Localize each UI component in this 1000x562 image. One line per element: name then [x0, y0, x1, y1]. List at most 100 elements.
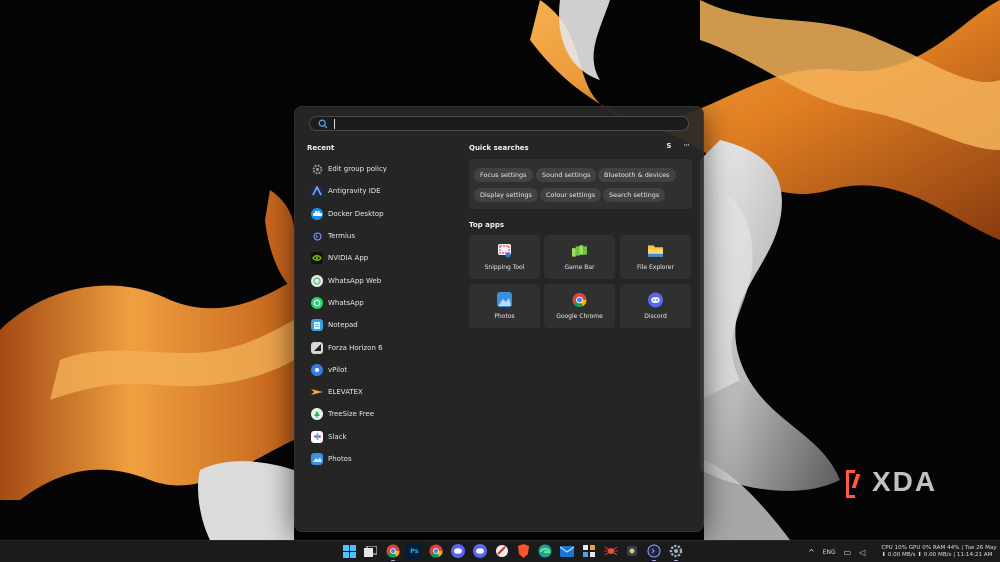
whatsapp-icon [311, 296, 323, 309]
search-input[interactable] [335, 118, 637, 129]
recent-item-treesize-free[interactable]: TreeSize Free [307, 403, 457, 425]
xda-watermark: XDA [846, 466, 937, 498]
tile-discord[interactable]: Discord [620, 284, 691, 328]
chrome-icon[interactable] [428, 543, 444, 559]
recent-item-vpilot[interactable]: vPilot [307, 359, 457, 381]
recent-item-forza-horizon-6[interactable]: Forza Horizon 6 [307, 336, 457, 358]
edge-icon[interactable] [537, 543, 553, 559]
game-bar-icon [572, 243, 587, 258]
brave-icon[interactable] [515, 543, 531, 559]
recent-item-label: Termius [328, 232, 355, 241]
recent-item-photos[interactable]: Photos [307, 448, 457, 470]
chrome-icon[interactable] [385, 543, 401, 561]
treesize-icon [311, 408, 323, 421]
tile-label: Game Bar [564, 264, 595, 271]
file-explorer-icon [648, 243, 663, 258]
recent-item-label: Docker Desktop [328, 209, 384, 218]
quick-searches-heading: Quick searches [469, 144, 529, 152]
notepad-icon [311, 319, 323, 332]
sysinfo-line-1: CPU 10% GPU 0% RAM 44% | Tue 26 May [881, 545, 997, 551]
volume-icon[interactable]: ◁ [859, 548, 865, 557]
search-box[interactable] [309, 116, 689, 131]
recent-item-label: Antigravity IDE [328, 187, 381, 196]
chip-focus-settings[interactable]: Focus settings [474, 168, 533, 182]
account-avatar-button[interactable]: S [666, 142, 671, 150]
recent-item-docker-desktop[interactable]: Docker Desktop [307, 203, 457, 225]
snipping-tool-icon [497, 243, 512, 258]
tile-label: Google Chrome [556, 313, 603, 320]
recent-item-edit-group-policy[interactable]: Edit group policy [307, 158, 457, 180]
termius-icon[interactable] [646, 543, 662, 561]
recent-item-slack[interactable]: Slack [307, 426, 457, 448]
discord-icon [648, 292, 663, 307]
recent-item-label: vPilot [328, 365, 348, 374]
recent-item-whatsapp[interactable]: WhatsApp [307, 292, 457, 314]
task-view-icon[interactable] [363, 543, 379, 559]
chip-colour-settings[interactable]: Colour settings [540, 188, 602, 202]
game-icon[interactable] [494, 543, 510, 559]
recent-item-label: Notepad [328, 321, 358, 330]
termius-icon [311, 230, 323, 243]
xda-logo-icon [846, 468, 866, 498]
tile-label: Discord [644, 313, 667, 320]
system-tray: ^ ENG ▭ ◁ CPU 10% GPU 0% RAM 44% | Tue 2… [808, 545, 997, 559]
watermark-text: XDA [872, 466, 938, 497]
recent-item-notepad[interactable]: Notepad [307, 314, 457, 336]
recent-item-label: Edit group policy [328, 165, 387, 174]
recent-item-antigravity-ide[interactable]: Antigravity IDE [307, 180, 457, 202]
photoshop-label: Ps [410, 547, 419, 555]
quick-searches-controls: S ··· [666, 142, 690, 151]
chip-sound-settings[interactable]: Sound settings [536, 168, 597, 182]
tile-file-explorer[interactable]: File Explorer [620, 235, 691, 279]
tile-google-chrome[interactable]: Google Chrome [544, 284, 615, 328]
recent-item-termius[interactable]: Termius [307, 225, 457, 247]
recent-item-label: TreeSize Free [328, 410, 375, 419]
photoshop-icon[interactable]: Ps [406, 543, 423, 559]
discord-icon[interactable] [450, 543, 466, 559]
taskbar: Ps ^ ENG ▭ ◁ CPU 10% GPU 0% RAM 44% | Tu… [0, 540, 1000, 562]
taskbar-pinned-apps: Ps [341, 543, 684, 561]
gear-icon[interactable] [668, 543, 684, 561]
nvidia-icon [311, 252, 323, 265]
whatsapp-web-icon [311, 274, 323, 287]
language-indicator[interactable]: ENG [823, 549, 836, 556]
settings-app-icon[interactable] [581, 543, 597, 559]
recent-item-label: Photos [328, 455, 352, 463]
elevatex-icon [311, 386, 323, 398]
vpilot-icon [311, 363, 323, 376]
start-menu-panel: Recent Edit group policy Antigravity IDE… [294, 106, 704, 532]
recent-item-nvidia-app[interactable]: NVIDIA App [307, 247, 457, 269]
tile-label: File Explorer [637, 264, 674, 271]
chip-search-settings[interactable]: Search settings [603, 188, 666, 202]
recent-item-label: Forza Horizon 6 [328, 343, 383, 352]
tile-photos[interactable]: Photos [469, 284, 540, 328]
recent-heading: Recent [307, 144, 335, 152]
system-monitor-readout[interactable]: CPU 10% GPU 0% RAM 44% | Tue 26 May ⬇ 0.… [881, 545, 996, 559]
forza-icon [311, 341, 323, 354]
tile-game-bar[interactable]: Game Bar [544, 235, 615, 279]
chevron-up-icon[interactable]: ^ [808, 548, 815, 557]
windows-start-icon[interactable] [341, 543, 357, 559]
recent-item-elevatex[interactable]: ELEVATEX [307, 381, 457, 403]
sysinfo-line-2: ⬇ 0.00 MB/s ⬆ 0.00 MB/s | 11:14:21 AM [881, 552, 993, 558]
top-apps-heading: Top apps [469, 221, 505, 229]
tile-snipping-tool[interactable]: Snipping Tool [469, 235, 540, 279]
photos-icon [311, 453, 323, 465]
recent-item-whatsapp-web[interactable]: WhatsApp Web [307, 269, 457, 291]
chip-bluetooth-devices[interactable]: Bluetooth & devices [598, 168, 676, 182]
discord-icon[interactable] [472, 543, 488, 559]
spider-icon[interactable] [603, 543, 619, 559]
slack-icon [311, 430, 323, 443]
chrome-icon [572, 292, 587, 307]
network-icon[interactable]: ▭ [844, 548, 852, 557]
recent-item-label: NVIDIA App [328, 254, 369, 263]
recent-item-label: Slack [328, 432, 347, 441]
tool-icon[interactable] [624, 543, 640, 559]
more-options-button[interactable]: ··· [683, 142, 690, 151]
quick-searches-box: Focus settings Sound settings Bluetooth … [469, 159, 692, 209]
mail-icon[interactable] [559, 543, 575, 559]
chip-display-settings[interactable]: Display settings [474, 188, 538, 202]
recent-item-label: ELEVATEX [328, 388, 363, 397]
photos-icon [497, 292, 512, 307]
tile-label: Snipping Tool [484, 264, 525, 271]
